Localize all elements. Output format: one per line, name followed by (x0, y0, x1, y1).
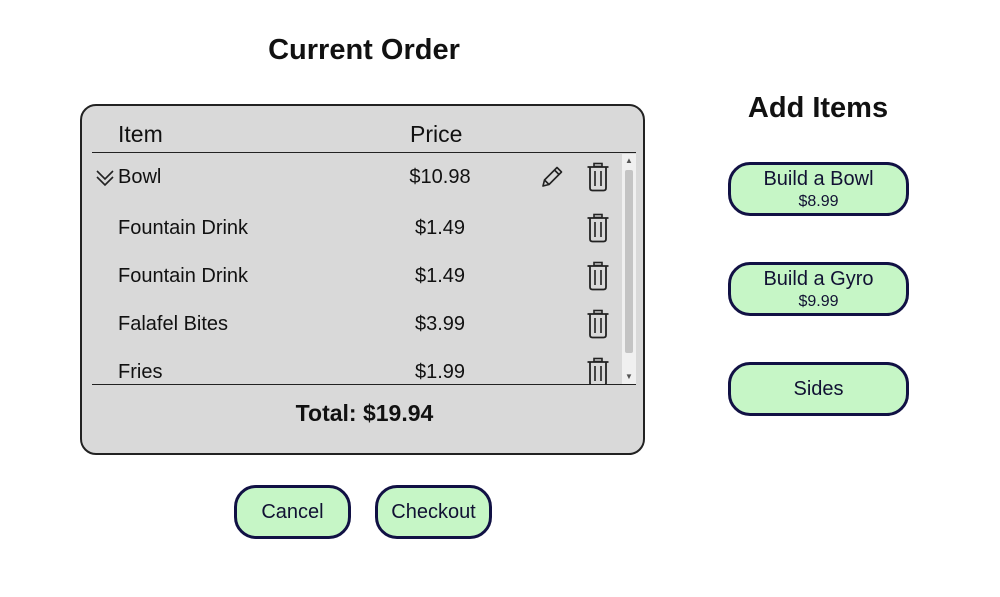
order-item-list[interactable]: Bowl $10.98 Fountain Drink $1.49 Fountai… (92, 153, 636, 384)
item-price: $3.99 (414, 313, 466, 335)
cancel-button[interactable]: Cancel (234, 485, 351, 539)
list-item: Fountain Drink $1.49 (92, 252, 622, 300)
build-a-bowl-button[interactable]: Build a Bowl $8.99 (728, 162, 909, 216)
order-list-scrollbar[interactable]: ▲ ▼ (622, 154, 636, 384)
item-price: $1.49 (414, 265, 466, 287)
item-name: Fountain Drink (118, 265, 249, 287)
item-price: $10.98 (409, 166, 471, 188)
item-price: $1.49 (414, 217, 466, 239)
trash-icon[interactable] (586, 261, 610, 291)
button-label: Checkout (391, 501, 476, 523)
button-label: Build a Gyro (763, 268, 874, 290)
pencil-icon[interactable] (539, 164, 565, 190)
item-column-header: Item (118, 121, 163, 147)
order-screen: Current Order Item Price Bowl $10.98 Fou… (0, 0, 1000, 597)
scroll-down-arrow-icon[interactable]: ▼ (622, 370, 636, 384)
button-label: Build a Bowl (763, 168, 874, 190)
checkout-button[interactable]: Checkout (375, 485, 492, 539)
button-price: $9.99 (798, 293, 839, 310)
button-label: Sides (793, 378, 844, 400)
footer-divider (92, 384, 636, 385)
price-column-header: Price (410, 121, 463, 147)
list-item: Fries $1.99 (92, 348, 622, 384)
current-order-title: Current Order (268, 34, 460, 66)
list-item: Bowl $10.98 (92, 153, 622, 201)
order-panel: Item Price Bowl $10.98 Fountain Drink $1… (80, 104, 645, 455)
item-name: Fries (118, 361, 163, 383)
add-items-title: Add Items (747, 92, 889, 124)
scroll-up-arrow-icon[interactable]: ▲ (622, 154, 636, 168)
item-name: Falafel Bites (118, 313, 229, 335)
order-total: Total: $19.94 (295, 400, 434, 426)
scrollbar-thumb[interactable] (625, 170, 633, 353)
sides-button[interactable]: Sides (728, 362, 909, 416)
trash-icon[interactable] (586, 162, 610, 192)
trash-icon[interactable] (586, 357, 610, 384)
build-a-gyro-button[interactable]: Build a Gyro $9.99 (728, 262, 909, 316)
item-name: Fountain Drink (118, 217, 249, 239)
button-price: $8.99 (798, 193, 839, 210)
trash-icon[interactable] (586, 309, 610, 339)
trash-icon[interactable] (586, 213, 610, 243)
list-item: Fountain Drink $1.49 (92, 204, 622, 252)
chevron-double-down-icon[interactable] (94, 167, 116, 189)
item-name: Bowl (118, 166, 162, 188)
item-price: $1.99 (414, 361, 466, 383)
button-label: Cancel (261, 501, 324, 523)
list-item: Falafel Bites $3.99 (92, 300, 622, 348)
